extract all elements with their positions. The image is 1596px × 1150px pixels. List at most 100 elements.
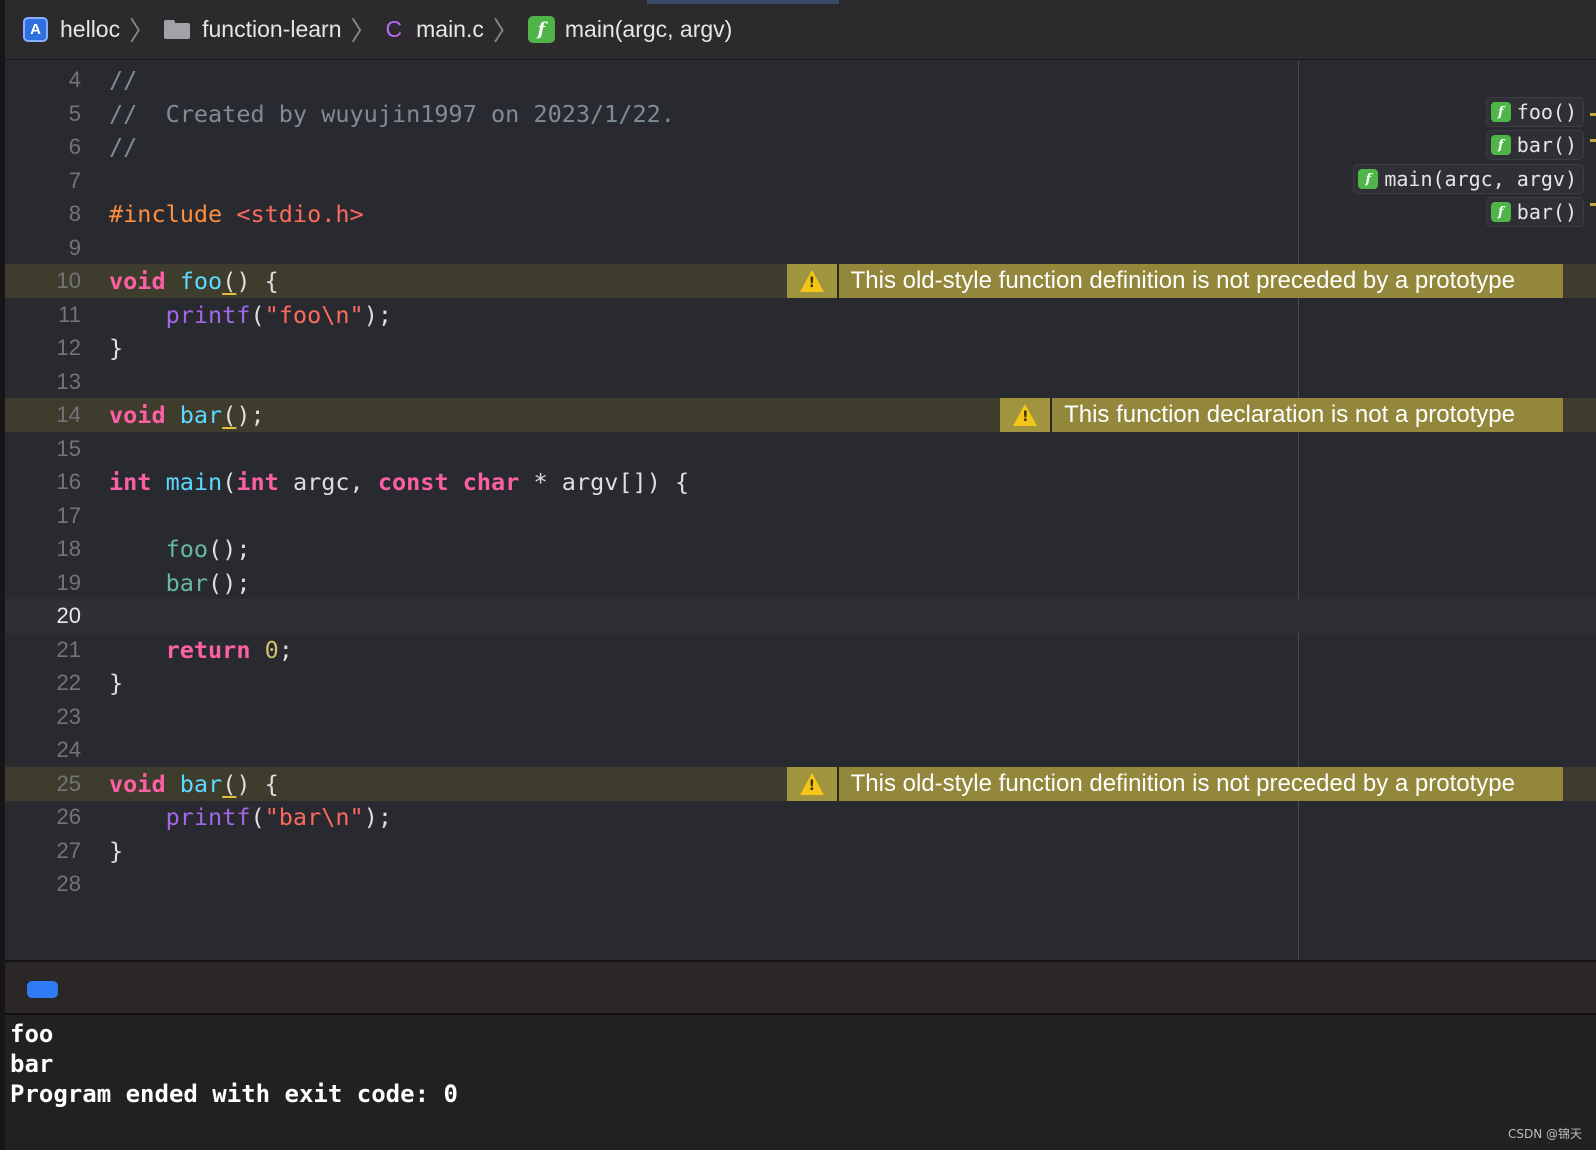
code-line[interactable]: 12} [5,331,1596,365]
code-line[interactable]: 5 // Created by wuyujin1997 on 2023/1/22. [5,97,1596,131]
console-output[interactable]: foo bar Program ended with exit code: 0 [5,1015,1596,1150]
code-line[interactable]: 6 // [5,130,1596,164]
code-line[interactable]: 19 bar(); [5,566,1596,600]
line-number[interactable]: 17 [5,503,81,529]
minimap-function-item[interactable]: f foo() [1485,97,1584,127]
function-icon: f [1490,135,1511,155]
line-number[interactable]: 13 [5,369,81,395]
line-number[interactable]: 28 [5,871,81,897]
line-number[interactable]: 27 [5,838,81,864]
line-number[interactable]: 8 [5,201,81,227]
function-icon: f [1490,202,1511,222]
code-text[interactable]: void foo() { [109,267,279,295]
line-number[interactable]: 12 [5,335,81,361]
code-line[interactable]: 17 [5,499,1596,533]
line-number[interactable]: 18 [5,536,81,562]
function-icon: f [1490,102,1511,122]
breadcrumb-function[interactable]: f main(argc, argv) [527,16,732,43]
code-line[interactable]: 28 [5,867,1596,901]
line-number[interactable]: 19 [5,570,81,596]
line-number[interactable]: 23 [5,704,81,730]
code-text[interactable]: } [109,837,123,865]
code-text[interactable]: return 0; [109,636,293,664]
chevron-right-icon: 〉 [129,17,156,47]
line-number[interactable]: 7 [5,168,81,194]
line-number[interactable]: 15 [5,436,81,462]
code-line[interactable]: 22} [5,666,1596,700]
code-line[interactable]: 11 printf("foo\n"); [5,298,1596,332]
code-text[interactable]: bar(); [109,569,251,597]
console-toggle-icon[interactable] [27,981,58,998]
code-text[interactable]: // Created by wuyujin1997 on 2023/1/22. [109,100,675,128]
code-text[interactable]: } [109,669,123,697]
line-number[interactable]: 5 [5,101,81,127]
code-line[interactable]: 26 printf("bar\n"); [5,800,1596,834]
xcode-window: A helloc 〉 function-learn 〉 C main.c 〉 f… [0,0,1596,1150]
warning-icon[interactable]: ! [1000,398,1053,432]
console-line: foo [10,1020,54,1048]
minimap-function-item[interactable]: f main(argc, argv) [1353,164,1584,194]
breadcrumb-folder[interactable]: function-learn [164,16,341,43]
code-text[interactable]: // [109,133,137,161]
chevron-right-icon: 〉 [350,17,377,47]
warning-message: This old-style function definition is no… [850,769,1515,797]
code-line[interactable]: 13 [5,365,1596,399]
minimap-function-label: main(argc, argv) [1384,167,1577,191]
line-number[interactable]: 10 [5,268,81,294]
code-text[interactable]: // [109,66,137,94]
code-text[interactable]: printf("foo\n"); [109,301,392,329]
code-line[interactable]: 27} [5,834,1596,868]
minimap-function-item[interactable]: f bar() [1485,130,1584,160]
warning-message: This old-style function definition is no… [850,267,1515,294]
breadcrumb-file[interactable]: C main.c [386,16,484,43]
tab-indicator [647,0,839,4]
code-text[interactable]: #include <stdio.h> [109,200,364,228]
line-number[interactable]: 25 [5,771,81,797]
code-text[interactable]: void bar(); [109,401,265,429]
warning-icon[interactable]: ! [786,264,839,298]
code-text[interactable]: foo(); [109,535,251,563]
line-number[interactable]: 11 [5,302,81,328]
code-text[interactable]: int main(int argc, const char * argv[]) … [109,468,689,496]
scroller-markers [1590,61,1596,960]
line-number[interactable]: 4 [5,67,81,93]
minimap-function-label: bar() [1516,200,1577,224]
code-line[interactable]: 18 foo(); [5,532,1596,566]
line-number[interactable]: 16 [5,469,81,495]
console-line: bar [10,1050,54,1078]
line-number[interactable]: 6 [5,134,81,160]
line-number[interactable]: 24 [5,737,81,763]
code-line[interactable]: 4 // [5,63,1596,97]
minimap-function-item[interactable]: f bar() [1485,197,1584,227]
line-number[interactable]: 14 [5,402,81,428]
code-line[interactable]: 15 [5,432,1596,466]
chevron-right-icon: 〉 [492,17,519,47]
code-text[interactable]: void bar() { [109,770,279,798]
line-number[interactable]: 9 [5,235,81,261]
warning-icon[interactable]: ! [786,766,839,801]
code-text[interactable]: printf("bar\n"); [109,803,392,831]
jump-bar: A helloc 〉 function-learn 〉 C main.c 〉 f… [5,0,1596,60]
code-line[interactable]: 9 [5,231,1596,265]
source-editor[interactable]: 4 // 5 // Created by wuyujin1997 on 2023/1/… [5,61,1596,960]
code-line[interactable]: 24 [5,733,1596,767]
warning-annotation[interactable]: ! This function declaration is not a prot… [1000,398,1563,432]
line-number[interactable]: 21 [5,637,81,663]
breadcrumb-file-label: main.c [416,16,484,42]
line-number[interactable]: 20 [5,603,81,629]
code-line[interactable]: 20 [5,599,1596,633]
console-line: Program ended with exit code: 0 [10,1080,458,1108]
line-number[interactable]: 22 [5,670,81,696]
minimap-function-label: foo() [1516,100,1577,124]
function-icon: f [1358,169,1379,189]
breadcrumb-project[interactable]: A helloc [23,16,120,43]
code-line[interactable]: 16 int main(int argc, const char * argv[]… [5,465,1596,499]
line-number[interactable]: 26 [5,804,81,830]
code-line[interactable]: 8 #include <stdio.h> [5,197,1596,231]
code-text[interactable]: } [109,334,123,362]
warning-annotation[interactable]: ! This old-style function definition is n… [786,264,1563,298]
warning-annotation[interactable]: ! This old-style function definition is n… [786,766,1563,801]
code-line[interactable]: 21 return 0; [5,633,1596,667]
code-line[interactable]: 23 [5,700,1596,734]
watermark: CSDN @锦天 [1507,1127,1582,1141]
